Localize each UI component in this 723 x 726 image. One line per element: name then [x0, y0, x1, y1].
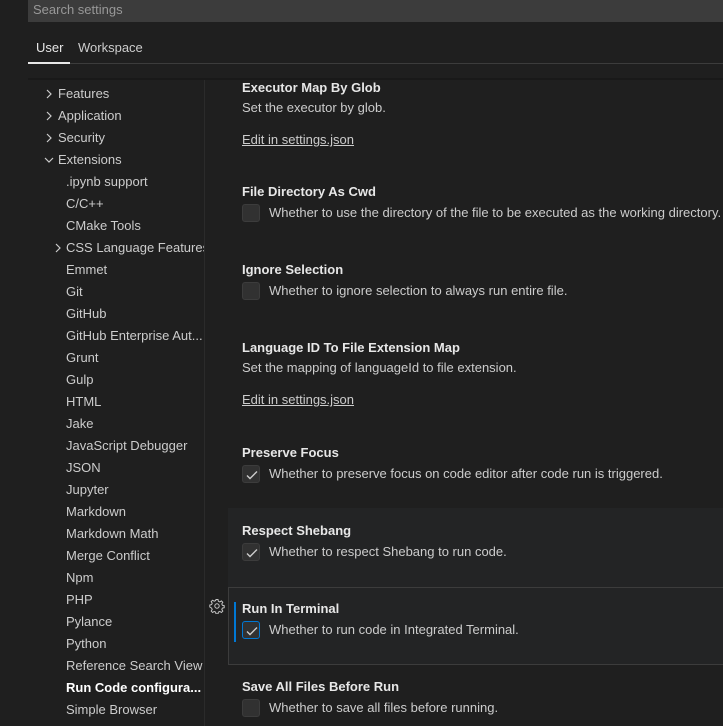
toc-item-label: Security — [58, 130, 105, 145]
toc-item-label: Pylance — [66, 614, 113, 629]
setting-title: Save All Files Before Run — [242, 679, 400, 694]
checkbox-label: Whether to preserve focus on code editor… — [269, 466, 663, 481]
checkbox-label: Whether to save all files before running… — [269, 700, 499, 715]
checkmark-icon — [246, 549, 258, 558]
toc-item-label: Grunt — [66, 350, 99, 365]
toc-item[interactable]: JavaScript Debugger — [66, 435, 187, 457]
checkbox-label: Whether to run code in Integrated Termin… — [269, 622, 519, 637]
toc-item[interactable]: GitHub Enterprise Aut... — [66, 325, 203, 347]
toc-item[interactable]: Npm — [66, 567, 93, 589]
settings-toc: Features Application Security Extensions .ip… — [28, 80, 204, 726]
toc-item[interactable]: Run Code configura... — [66, 677, 201, 699]
toc-item-label: HTML — [66, 394, 102, 409]
chevron-right-icon[interactable] — [52, 237, 64, 259]
toc-item[interactable]: C/C++ — [66, 193, 104, 215]
checkbox[interactable] — [242, 621, 260, 639]
settings-list: Executor Map By Glob Set the executor by… — [205, 80, 723, 726]
toc-item-label: Run Code configura... — [66, 680, 202, 695]
toc-item[interactable]: JSON — [66, 457, 101, 479]
toc-item-label: Markdown Math — [66, 526, 159, 541]
toc-item-label: .ipynb support — [66, 174, 148, 189]
chevron-right-icon[interactable] — [43, 105, 55, 127]
toc-item-label: Reference Search View — [66, 658, 203, 673]
toc-item[interactable]: Merge Conflict — [66, 545, 150, 567]
setting-description: Set the executor by glob. — [242, 100, 386, 115]
focus-indicator-bar — [234, 602, 236, 642]
toc-item[interactable]: Simple Browser — [66, 699, 157, 721]
setting-title: Preserve Focus — [242, 445, 339, 460]
toc-item[interactable]: Reference Search View — [66, 655, 202, 677]
toc-item[interactable]: Markdown Math — [66, 523, 158, 545]
toc-item-label: Features — [58, 86, 110, 101]
toc-item[interactable]: Pylance — [66, 611, 112, 633]
search-settings-input[interactable]: Search settings — [28, 0, 723, 22]
toc-item-label: Emmet — [66, 262, 108, 277]
toc-item-label: JavaScript Debugger — [66, 438, 188, 453]
checkbox[interactable] — [242, 204, 260, 222]
setting-title: Executor Map By Glob — [242, 80, 381, 95]
settings-scope-tabs: User Workspace — [28, 36, 723, 64]
toc-item-label: Python — [66, 636, 107, 651]
toc-item[interactable]: PHP — [66, 589, 93, 611]
checkbox-label: Whether to respect Shebang to run code. — [269, 544, 507, 559]
tab-user[interactable]: User — [36, 39, 63, 57]
toc-item-label: Application — [58, 108, 122, 123]
chevron-right-icon[interactable] — [43, 127, 55, 149]
toc-item[interactable]: Gulp — [66, 369, 93, 391]
toc-item[interactable]: Features — [46, 83, 110, 105]
toc-item-label: PHP — [66, 592, 93, 607]
toc-item[interactable]: GitHub — [66, 303, 106, 325]
setting-title: Ignore Selection — [242, 262, 344, 277]
toc-item-label: GitHub — [66, 306, 107, 321]
toc-item[interactable]: Security — [46, 127, 105, 149]
tab-workspace[interactable]: Workspace — [78, 39, 143, 57]
checkmark-icon — [246, 627, 258, 636]
setting-description: Set the mapping of languageId to file ex… — [242, 360, 517, 375]
toc-item-label: Jupyter — [66, 482, 109, 497]
chevron-right-icon[interactable] — [43, 83, 55, 105]
gear-icon[interactable] — [209, 598, 225, 615]
checkbox[interactable] — [242, 699, 260, 717]
toc-item-label: Git — [66, 284, 83, 299]
toc-item[interactable]: Extensions — [44, 149, 122, 171]
toc-item[interactable]: Git — [66, 281, 83, 303]
setting-title: File Directory As Cwd — [242, 184, 376, 199]
toc-item[interactable]: Jake — [66, 413, 93, 435]
chevron-down-icon[interactable] — [43, 149, 55, 171]
toc-item[interactable]: Python — [66, 633, 106, 655]
toc-item-label: Gulp — [66, 372, 94, 387]
setting-title: Language ID To File Extension Map — [242, 340, 460, 355]
toc-item[interactable]: HTML — [66, 391, 101, 413]
toc-item-label: Jake — [66, 416, 94, 431]
toc-item[interactable]: CSS Language Features — [55, 237, 204, 259]
toc-item[interactable]: Emmet — [66, 259, 107, 281]
toc-item-label: GitHub Enterprise Aut... — [66, 328, 203, 343]
setting-title: Run In Terminal — [242, 601, 340, 616]
toc-item[interactable]: Application — [46, 105, 122, 127]
checkbox-label: Whether to ignore selection to always ru… — [269, 283, 568, 298]
toc-item[interactable]: Jupyter — [66, 479, 109, 501]
active-tab-indicator — [28, 62, 70, 64]
toc-item-label: Extensions — [58, 152, 122, 167]
toc-item[interactable]: Grunt — [66, 347, 99, 369]
checkbox[interactable] — [242, 282, 260, 300]
edit-in-settings-json-link[interactable]: Edit in settings.json — [242, 132, 354, 148]
checkbox[interactable] — [242, 543, 260, 561]
toc-item-label: C/C++ — [66, 196, 104, 211]
toc-item[interactable]: Markdown — [66, 501, 126, 523]
toc-item[interactable]: CMake Tools — [66, 215, 141, 237]
checkbox-label: Whether to use the directory of the file… — [269, 205, 722, 220]
toc-item-label: CMake Tools — [66, 218, 141, 233]
toc-item-label: Markdown — [66, 504, 126, 519]
setting-title: Respect Shebang — [242, 523, 352, 538]
edit-in-settings-json-link[interactable]: Edit in settings.json — [242, 392, 354, 408]
toc-item-label: CSS Language Features — [66, 240, 204, 255]
toc-item[interactable]: .ipynb support — [66, 171, 148, 193]
toc-item-label: Merge Conflict — [66, 548, 150, 563]
checkmark-icon — [246, 471, 258, 480]
toc-item-label: Simple Browser — [66, 702, 158, 717]
checkbox[interactable] — [242, 465, 260, 483]
toc-item-label: JSON — [66, 460, 101, 475]
toc-item-label: Npm — [66, 570, 94, 585]
